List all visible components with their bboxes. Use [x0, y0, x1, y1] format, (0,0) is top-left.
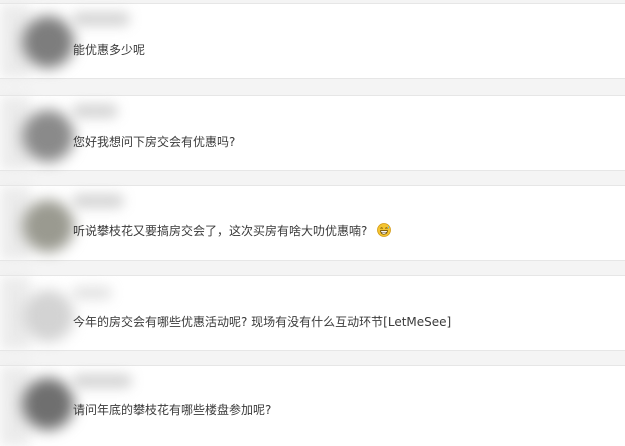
- username-blurred: [72, 12, 130, 26]
- username-blurred: [72, 194, 124, 208]
- comment-text: 能优惠多少呢: [73, 43, 146, 57]
- username-blurred: [72, 374, 132, 388]
- comment-text: 您好我想问下房交会有优惠吗?: [73, 135, 236, 149]
- avatar-blurred: [22, 16, 74, 68]
- comment-item: 请问年底的攀枝花有哪些楼盘参加呢?: [0, 366, 625, 446]
- avatar-blurred: [22, 378, 74, 430]
- grinning-face-sweat-emoji: [377, 223, 392, 237]
- comment-item: 您好我想问下房交会有优惠吗?: [0, 96, 625, 170]
- comment-item: 能优惠多少呢: [0, 4, 625, 78]
- username-blurred: [72, 286, 112, 300]
- comment-text-content: 听说攀枝花又要搞房交会了，这次买房有啥大叻优惠喃?: [73, 224, 368, 238]
- comment-item: 听说攀枝花又要搞房交会了，这次买房有啥大叻优惠喃?: [0, 186, 625, 260]
- comment-text: 今年的房交会有哪些优惠活动呢? 现场有没有什么互动环节[LetMeSee]: [73, 315, 452, 329]
- avatar-blurred: [22, 110, 74, 162]
- username-blurred: [72, 104, 118, 118]
- avatar-blurred: [22, 290, 74, 342]
- comment-text: 听说攀枝花又要搞房交会了，这次买房有啥大叻优惠喃?: [73, 223, 392, 239]
- avatar-blurred: [22, 200, 74, 252]
- comment-item: 今年的房交会有哪些优惠活动呢? 现场有没有什么互动环节[LetMeSee]: [0, 276, 625, 350]
- comment-text: 请问年底的攀枝花有哪些楼盘参加呢?: [73, 403, 272, 417]
